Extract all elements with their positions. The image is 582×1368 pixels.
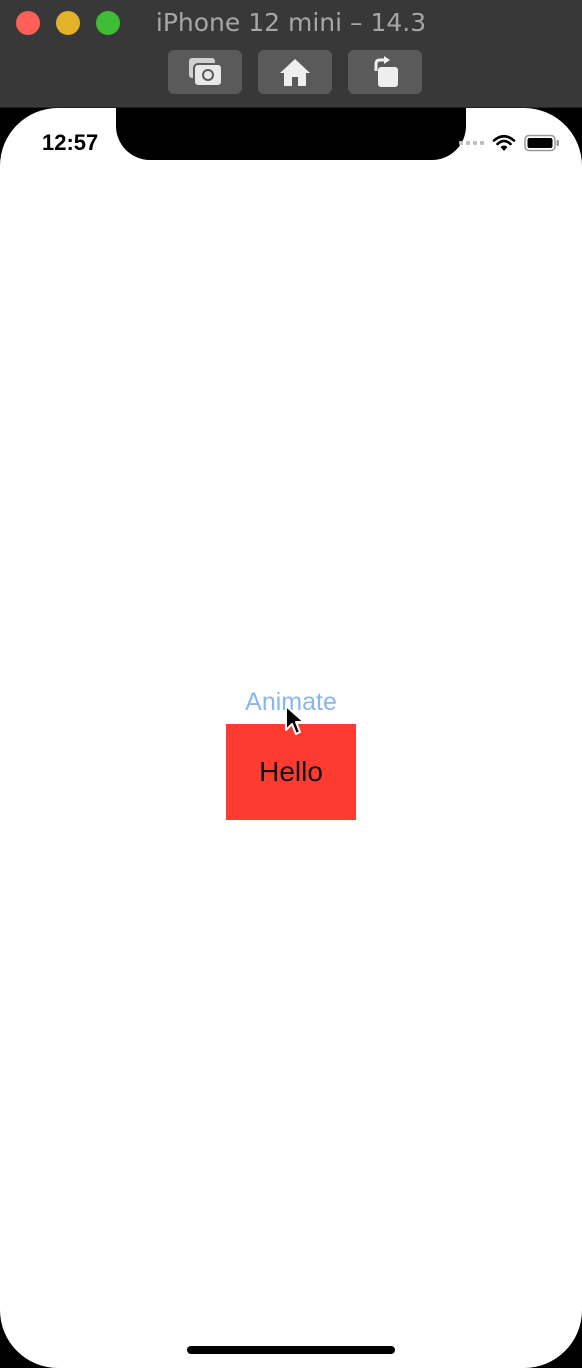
mouse-cursor-icon xyxy=(285,705,305,735)
camera-icon xyxy=(189,58,223,87)
signal-icon xyxy=(459,141,484,145)
device-screen: 12:57 Animate Hello xyxy=(0,108,582,1368)
home-icon xyxy=(280,59,310,86)
battery-icon xyxy=(524,134,559,152)
rotate-button[interactable] xyxy=(348,50,422,94)
window-title: iPhone 12 mini – 14.3 xyxy=(155,8,427,37)
home-button[interactable] xyxy=(258,50,332,94)
hello-box: Hello xyxy=(226,724,356,820)
status-icons xyxy=(459,134,560,152)
status-time: 12:57 xyxy=(42,130,99,155)
wifi-icon xyxy=(492,134,516,151)
simulator-titlebar: iPhone 12 mini – 14.3 xyxy=(0,0,582,108)
rotate-icon xyxy=(374,56,398,87)
screenshot-button[interactable] xyxy=(168,50,242,94)
home-indicator[interactable] xyxy=(187,1346,395,1354)
notch xyxy=(116,108,466,160)
hello-label: Hello xyxy=(259,756,323,787)
